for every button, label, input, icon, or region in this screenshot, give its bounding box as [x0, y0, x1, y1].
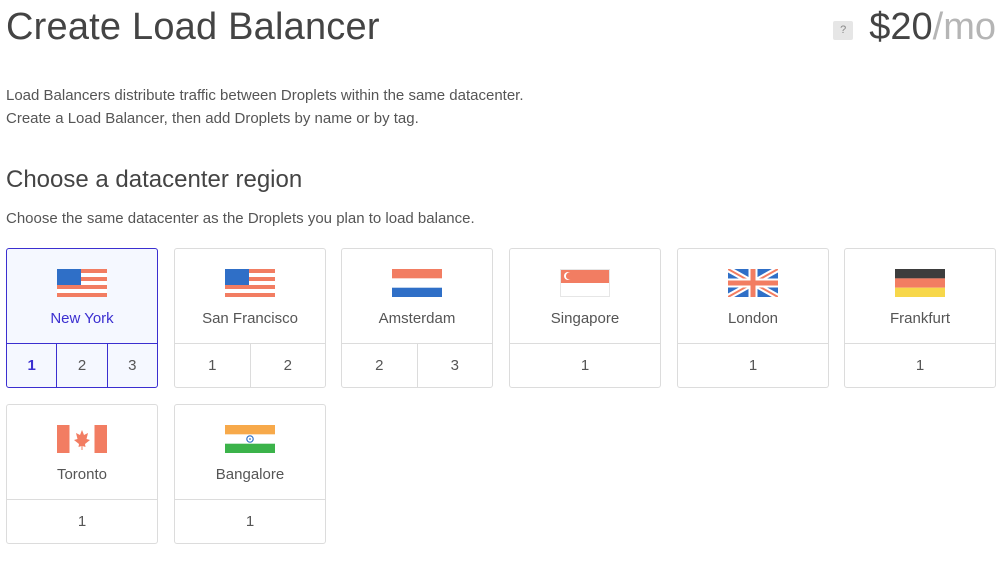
region-city-label: Bangalore [215, 466, 285, 483]
region-card-san-francisco[interactable]: San Francisco 1 2 [174, 248, 326, 388]
datacenter-option[interactable]: 3 [416, 344, 493, 387]
region-card-london[interactable]: London 1 [677, 248, 829, 388]
region-city-label: San Francisco [202, 310, 298, 327]
intro-line-1: Load Balancers distribute traffic betwee… [6, 87, 524, 104]
intro-text: Load Balancers distribute traffic betwee… [6, 84, 524, 130]
region-card-frankfurt[interactable]: Frankfurt 1 [844, 248, 996, 388]
datacenter-selector: 1 [7, 499, 157, 543]
datacenter-option[interactable]: 1 [7, 500, 157, 543]
region-city-label: London [727, 310, 779, 327]
datacenter-option[interactable]: 2 [342, 344, 417, 387]
datacenter-selector: 2 3 [342, 343, 492, 387]
germany-flag-icon [895, 269, 945, 297]
datacenter-selector: 1 [510, 343, 660, 387]
region-city-label: Amsterdam [378, 310, 456, 327]
datacenter-selector: 1 [175, 499, 325, 543]
datacenter-option[interactable]: 1 [845, 344, 995, 387]
region-section-title: Choose a datacenter region [6, 166, 303, 193]
india-flag-icon [225, 425, 275, 453]
netherlands-flag-icon [392, 269, 442, 297]
page-title: Create Load Balancer [6, 6, 380, 48]
datacenter-option[interactable]: 2 [249, 344, 326, 387]
datacenter-option[interactable]: 3 [106, 344, 157, 387]
datacenter-option[interactable]: 1 [7, 344, 56, 387]
datacenter-selector: 1 [678, 343, 828, 387]
datacenter-selector: 1 2 [175, 343, 325, 387]
region-card-singapore[interactable]: Singapore 1 [509, 248, 661, 388]
region-city-label: Singapore [550, 310, 620, 327]
us-flag-icon [225, 269, 275, 297]
region-city-label: Frankfurt [889, 310, 950, 327]
datacenter-selector: 1 [845, 343, 995, 387]
price-unit: /mo [932, 6, 996, 48]
help-icon[interactable]: ? [833, 21, 854, 40]
price-amount: $20 [869, 6, 933, 48]
canada-flag-icon [57, 425, 107, 453]
singapore-flag-icon [560, 269, 610, 297]
uk-flag-icon [728, 269, 778, 297]
region-section-subtitle: Choose the same datacenter as the Drople… [6, 210, 475, 227]
region-card-new-york[interactable]: New York 1 2 3 [6, 248, 158, 388]
region-city-label: New York [50, 310, 114, 327]
region-card-toronto[interactable]: Toronto 1 [6, 404, 158, 544]
intro-line-2: Create a Load Balancer, then add Droplet… [6, 110, 419, 127]
datacenter-option[interactable]: 2 [56, 344, 106, 387]
datacenter-selector: 1 2 3 [7, 343, 157, 387]
region-city-label: Toronto [56, 466, 108, 483]
region-card-amsterdam[interactable]: Amsterdam 2 3 [341, 248, 493, 388]
us-flag-icon [57, 269, 107, 297]
datacenter-option[interactable]: 1 [175, 500, 325, 543]
datacenter-option[interactable]: 1 [175, 344, 250, 387]
datacenter-option[interactable]: 1 [678, 344, 828, 387]
price-area: ? $20 /mo [833, 6, 996, 49]
datacenter-option[interactable]: 1 [510, 344, 660, 387]
region-card-bangalore[interactable]: Bangalore 1 [174, 404, 326, 544]
